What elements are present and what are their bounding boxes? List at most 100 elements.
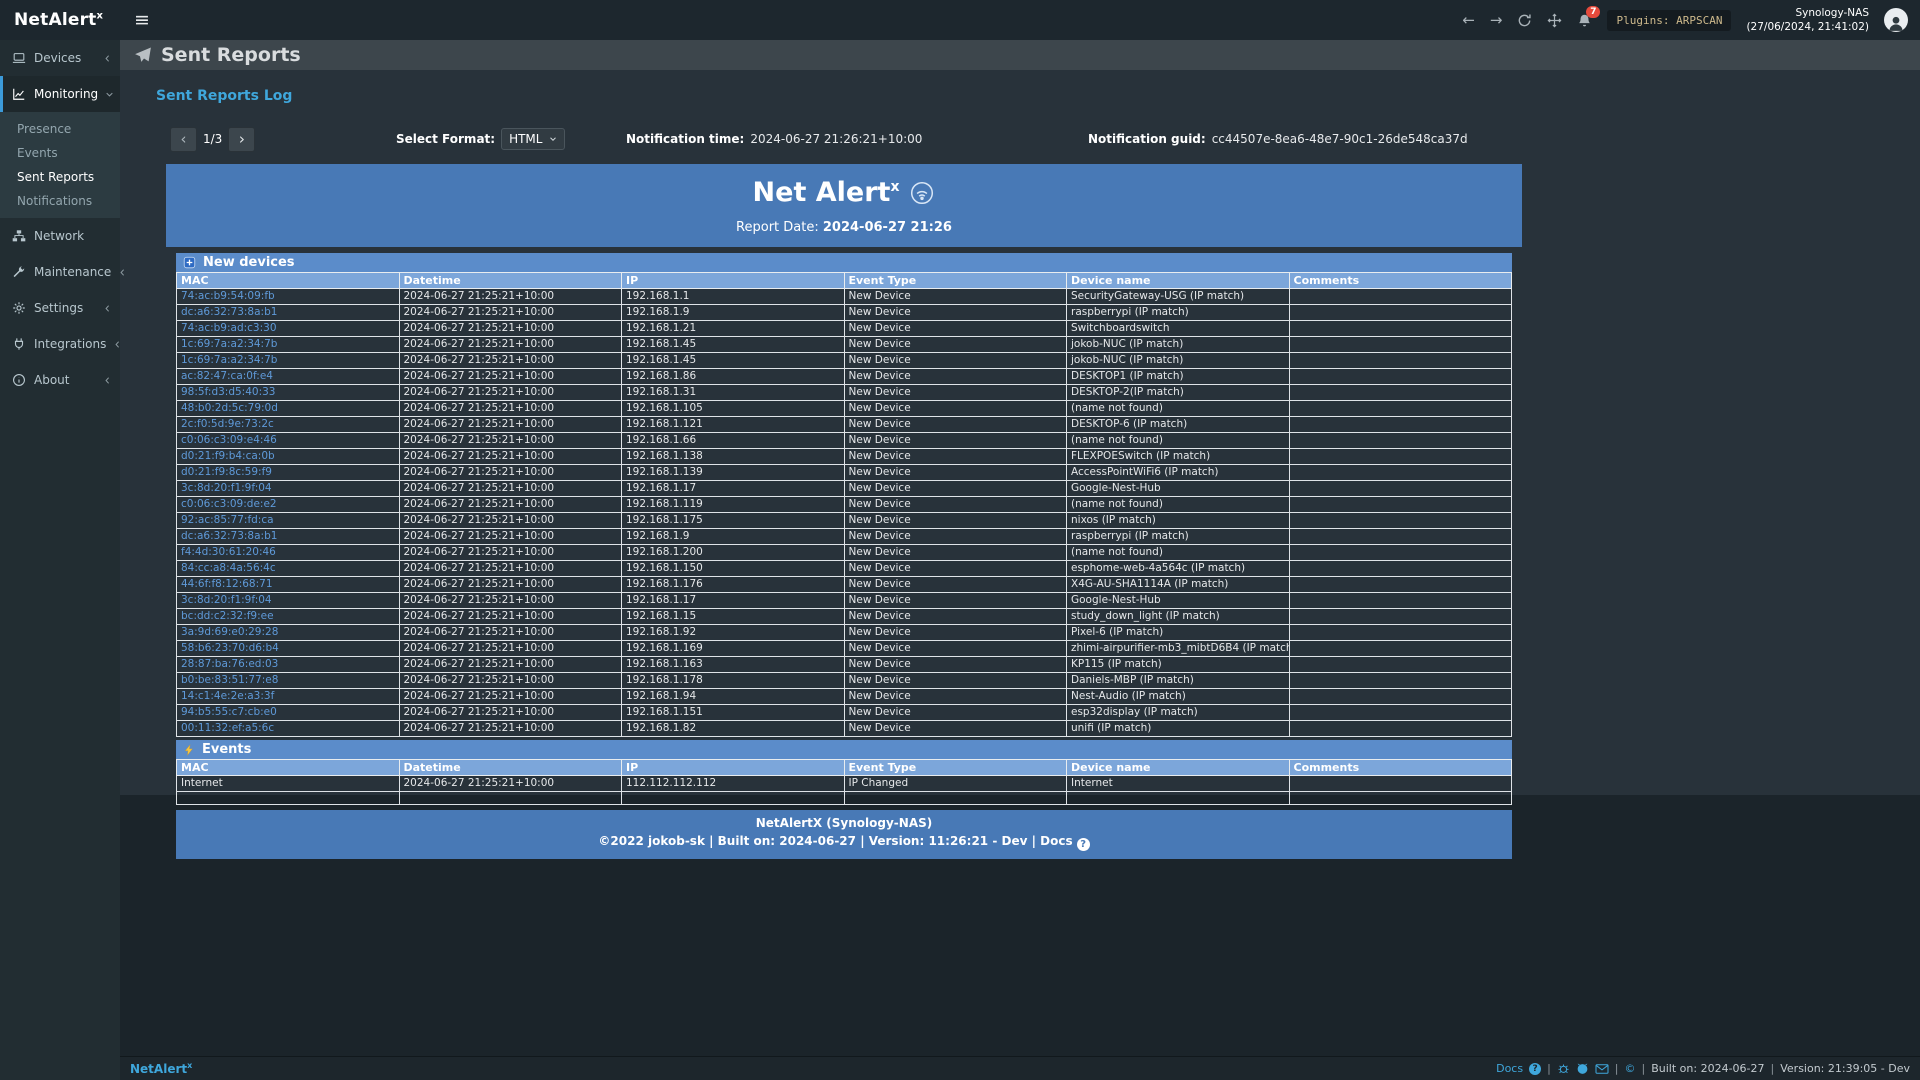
sidebar-item-settings[interactable]: Settings <box>0 290 120 326</box>
events-section-header: Events <box>176 740 1512 759</box>
next-page-button[interactable]: › <box>228 127 255 152</box>
notification-count-badge: 7 <box>1586 6 1600 19</box>
mac-link[interactable]: 3a:9d:69:e0:29:28 <box>181 626 278 638</box>
mac-link[interactable]: dc:a6:32:73:8a:b1 <box>181 530 277 542</box>
sidebar-item-presence[interactable]: Presence <box>0 117 120 141</box>
mac-link[interactable]: 1c:69:7a:a2:34:7b <box>181 354 277 366</box>
mac-link[interactable]: dc:a6:32:73:8a:b1 <box>181 306 277 318</box>
mac-link[interactable]: 00:11:32:ef:a5:6c <box>181 722 274 734</box>
sidebar-item-about[interactable]: About <box>0 362 120 398</box>
report-title: Net Alertx <box>753 177 936 208</box>
chevron-left-icon <box>103 304 112 313</box>
format-control: Select Format: HTML <box>396 126 565 152</box>
format-select[interactable]: HTML <box>501 128 565 150</box>
sidebar-item-integrations[interactable]: Integrations <box>0 326 120 362</box>
mac-link[interactable]: c0:06:c3:09:de:e2 <box>181 498 277 510</box>
nav-forward-icon[interactable]: → <box>1490 13 1503 28</box>
bug-icon[interactable] <box>1557 1062 1570 1075</box>
help-icon[interactable]: ? <box>1529 1063 1541 1075</box>
table-row: c0:06:c3:09:e4:462024-06-27 21:25:21+10:… <box>177 433 1512 449</box>
report-controls: ‹ 1/3 › Select Format: HTML Notification… <box>156 126 1526 156</box>
new-devices-section-header: New devices <box>176 253 1512 272</box>
app-footer: NetAlertx Docs ? | | © | Built on: 2024-… <box>120 1056 1920 1080</box>
prev-page-button[interactable]: ‹ <box>170 127 197 152</box>
footer-brand-link[interactable]: NetAlertx <box>130 1061 192 1076</box>
mac-link[interactable]: 74:ac:b9:54:09:fb <box>181 290 275 302</box>
sent-reports-log-link[interactable]: Sent Reports Log <box>156 88 292 104</box>
table-row: 94:b5:55:c7:cb:e02024-06-27 21:25:21+10:… <box>177 705 1512 721</box>
page-indicator: 1/3 <box>203 132 222 146</box>
sidebar-item-network[interactable]: Network <box>0 218 120 254</box>
sidebar-item-notifications[interactable]: Notifications <box>0 189 120 213</box>
table-row: 98:5f:d3:d5:40:332024-06-27 21:25:21+10:… <box>177 385 1512 401</box>
table-row: 3c:8d:20:f1:9f:042024-06-27 21:25:21+10:… <box>177 593 1512 609</box>
mac-link[interactable]: 14:c1:4e:2e:a3:3f <box>181 690 274 702</box>
mac-link[interactable]: bc:dd:c2:32:f9:ee <box>181 610 274 622</box>
chevron-down-icon <box>549 135 557 143</box>
column-header: MAC <box>177 760 400 776</box>
mac-link[interactable]: f4:4d:30:61:20:46 <box>181 546 276 558</box>
table-row: 1c:69:7a:a2:34:7b2024-06-27 21:25:21+10:… <box>177 337 1512 353</box>
host-time: (27/06/2024, 21:41:02) <box>1746 20 1869 34</box>
page-title: Sent Reports <box>161 44 301 66</box>
table-row: f4:4d:30:61:20:462024-06-27 21:25:21+10:… <box>177 545 1512 561</box>
user-avatar[interactable] <box>1884 8 1908 32</box>
table-header-row: MACDatetimeIPEvent TypeDevice nameCommen… <box>177 760 1512 776</box>
sidebar-item-devices[interactable]: Devices <box>0 40 120 76</box>
mac-link[interactable]: 1c:69:7a:a2:34:7b <box>181 338 277 350</box>
docs-link[interactable]: Docs <box>1496 1062 1523 1075</box>
mac-link[interactable]: 94:b5:55:c7:cb:e0 <box>181 706 277 718</box>
table-row: Internet2024-06-27 21:25:21+10:00112.112… <box>177 776 1512 792</box>
mac-link[interactable]: ac:82:47:ca:0f:e4 <box>181 370 273 382</box>
sidebar-item-maintenance[interactable]: Maintenance <box>0 254 120 290</box>
content-area: Sent Reports Sent Reports Log ‹ 1/3 › Se… <box>120 40 1920 1080</box>
move-icon[interactable] <box>1547 13 1562 28</box>
info-icon <box>12 373 27 387</box>
sidebar-item-sent-reports[interactable]: Sent Reports <box>0 165 120 189</box>
mac-link[interactable]: 2c:f0:5d:9e:73:2c <box>181 418 274 430</box>
topbar-actions: ← → 7 Plugins: ARPSCAN Synology-NAS (27/… <box>1462 6 1920 34</box>
mac-link[interactable]: 3c:8d:20:f1:9f:04 <box>181 594 272 606</box>
nav-back-icon[interactable]: ← <box>1462 13 1475 28</box>
mac-link[interactable]: 58:b6:23:70:d6:b4 <box>181 642 279 654</box>
notification-time: Notification time: 2024-06-27 21:26:21+1… <box>626 126 922 152</box>
table-row: 74:ac:b9:54:09:fb2024-06-27 21:25:21+10:… <box>177 289 1512 305</box>
app-logo[interactable]: NetAlertx <box>0 10 120 30</box>
sidebar-item-events[interactable]: Events <box>0 141 120 165</box>
column-header: MAC <box>177 273 400 289</box>
mac-link[interactable]: 44:6f:f8:12:68:71 <box>181 578 273 590</box>
sidebar-item-monitoring[interactable]: Monitoring <box>0 76 120 112</box>
mac-link[interactable]: 3c:8d:20:f1:9f:04 <box>181 482 272 494</box>
table-row: d0:21:f9:b4:ca:0b2024-06-27 21:25:21+10:… <box>177 449 1512 465</box>
sidebar-toggle-icon[interactable]: ≡ <box>134 11 150 30</box>
column-header: IP <box>622 273 845 289</box>
mac-link[interactable]: c0:06:c3:09:e4:46 <box>181 434 277 446</box>
table-row: d0:21:f9:8c:59:f92024-06-27 21:25:21+10:… <box>177 465 1512 481</box>
mac-link[interactable]: 74:ac:b9:ad:c3:30 <box>181 322 277 334</box>
footer-built: Built on: 2024-06-27 <box>1651 1062 1764 1075</box>
copyright-icon[interactable]: © <box>1625 1062 1636 1075</box>
mac-link[interactable]: 98:5f:d3:d5:40:33 <box>181 386 275 398</box>
column-header: Datetime <box>399 760 622 776</box>
mac-link[interactable]: 28:87:ba:76:ed:03 <box>181 658 278 670</box>
plugins-badge[interactable]: Plugins: ARPSCAN <box>1607 10 1731 31</box>
chevron-left-icon <box>103 54 112 63</box>
mail-icon[interactable] <box>1595 1063 1609 1075</box>
mac-link[interactable]: 92:ac:85:77:fd:ca <box>181 514 274 526</box>
main-box: Sent Reports Log ‹ 1/3 › Select Format: … <box>120 70 1920 795</box>
mac-link[interactable]: b0:be:83:51:77:e8 <box>181 674 278 686</box>
github-icon[interactable] <box>1576 1062 1589 1075</box>
table-row: b0:be:83:51:77:e82024-06-27 21:25:21+10:… <box>177 673 1512 689</box>
report-header: Net Alertx Report Date: 2024-06-27 21:26 <box>166 164 1522 247</box>
refresh-icon[interactable] <box>1517 13 1532 28</box>
help-icon[interactable]: ? <box>1077 838 1090 851</box>
mac-link[interactable]: 84:cc:a8:4a:56:4c <box>181 562 276 574</box>
chart-icon <box>12 87 27 101</box>
mac-link[interactable]: 48:b0:2d:5c:79:0d <box>181 402 278 414</box>
notification-guid: Notification guid: cc44507e-8ea6-48e7-90… <box>1088 126 1468 152</box>
table-row: 84:cc:a8:4a:56:4c2024-06-27 21:25:21+10:… <box>177 561 1512 577</box>
mac-link[interactable]: d0:21:f9:b4:ca:0b <box>181 450 275 462</box>
table-row: 2c:f0:5d:9e:73:2c2024-06-27 21:25:21+10:… <box>177 417 1512 433</box>
notifications-bell-icon[interactable]: 7 <box>1577 13 1592 28</box>
mac-link[interactable]: d0:21:f9:8c:59:f9 <box>181 466 272 478</box>
